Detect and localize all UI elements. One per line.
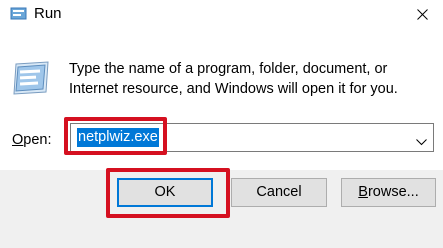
- description-line-1: Type the name of a program, folder, docu…: [69, 61, 388, 77]
- run-program-icon: [10, 58, 52, 98]
- browse-label: rowse...: [367, 184, 419, 200]
- open-input-highlight: [64, 117, 167, 155]
- title-bar: Run: [0, 0, 443, 32]
- dialog-description: Type the name of a program, folder, docu…: [69, 59, 429, 99]
- chevron-down-icon[interactable]: [416, 133, 427, 151]
- open-label-text: pen:: [23, 132, 52, 148]
- description-line-2: Internet resource, and Windows will open…: [69, 81, 398, 97]
- ok-button-highlight: [106, 168, 230, 218]
- close-icon: [417, 9, 428, 20]
- close-button[interactable]: [403, 0, 443, 30]
- window-title: Run: [34, 5, 62, 22]
- run-icon: [10, 5, 28, 23]
- run-dialog: Run Type the name of a program, folder, …: [0, 0, 443, 248]
- browse-button[interactable]: Browse...: [341, 178, 436, 207]
- cancel-button[interactable]: Cancel: [231, 178, 327, 207]
- browse-accesskey: B: [358, 184, 368, 200]
- open-label-accesskey: O: [12, 132, 24, 148]
- open-label: Open:: [12, 130, 52, 150]
